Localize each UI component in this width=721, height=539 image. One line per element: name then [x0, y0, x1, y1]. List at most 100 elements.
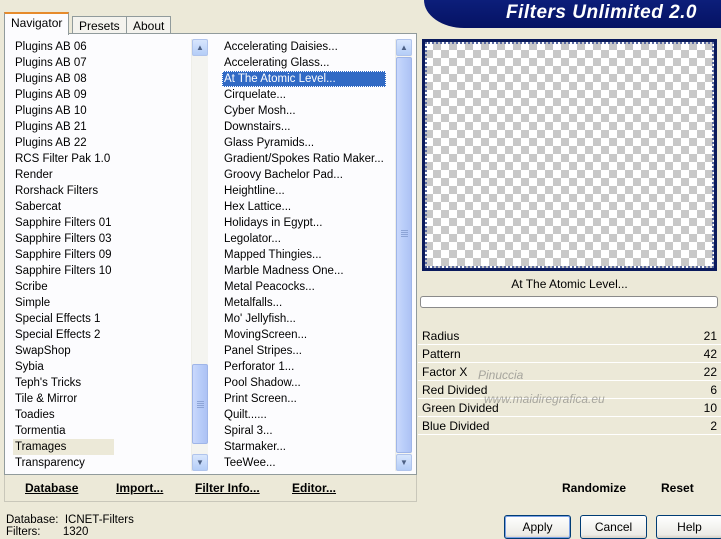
- list-item[interactable]: Special Effects 1: [13, 311, 114, 327]
- list-item[interactable]: Special Effects 2: [13, 327, 114, 343]
- list-item[interactable]: Metalfalls...: [222, 295, 386, 311]
- list-item[interactable]: Rorshack Filters: [13, 183, 114, 199]
- list-item[interactable]: Perforator 1...: [222, 359, 386, 375]
- scroll-up-icon[interactable]: ▲: [192, 39, 208, 56]
- list-item[interactable]: Scribe: [13, 279, 114, 295]
- list-item[interactable]: Sybia: [13, 359, 114, 375]
- list-item[interactable]: Cirquelate...: [222, 87, 386, 103]
- list-item[interactable]: Accelerating Glass...: [222, 55, 386, 71]
- category-list-items: Plugins AB 06 Plugins AB 07 Plugins AB 08 P…: [13, 39, 114, 471]
- list-item[interactable]: Plugins AB 09: [13, 87, 114, 103]
- filter-info-button[interactable]: Filter Info...: [195, 481, 260, 495]
- tab-navigator[interactable]: Navigator: [4, 12, 70, 35]
- list-item[interactable]: Plugins AB 08: [13, 71, 114, 87]
- category-list[interactable]: Plugins AB 06 Plugins AB 07 Plugins AB 08 P…: [13, 39, 195, 473]
- list-item[interactable]: Heightline...: [222, 183, 386, 199]
- filters-value: 1320: [62, 526, 89, 538]
- parameter-value[interactable]: 10: [704, 399, 717, 417]
- list-item[interactable]: Marble Madness One...: [222, 263, 386, 279]
- help-button[interactable]: Help: [656, 515, 721, 539]
- list-item[interactable]: Plugins AB 06: [13, 39, 114, 55]
- list-item[interactable]: Tile & Mirror: [13, 391, 114, 407]
- parameter-value[interactable]: 21: [704, 327, 717, 345]
- parameter-row[interactable]: Radius 21: [418, 327, 721, 345]
- list-item[interactable]: Plugins AB 21: [13, 119, 114, 135]
- list-item[interactable]: Legolator...: [222, 231, 386, 247]
- list-item[interactable]: SwapShop: [13, 343, 114, 359]
- scroll-down-icon[interactable]: ▼: [396, 454, 412, 471]
- list-item[interactable]: Simple: [13, 295, 114, 311]
- parameter-label: Radius: [422, 329, 460, 343]
- list-item[interactable]: Holidays in Egypt...: [222, 215, 386, 231]
- footer-info: Database: ICNET-Filters Filters: 1320: [6, 514, 134, 538]
- list-item[interactable]: Plugins AB 10: [13, 103, 114, 119]
- list-item[interactable]: Quilt......: [222, 407, 386, 423]
- list-item[interactable]: Metal Peacocks...: [222, 279, 386, 295]
- list-item[interactable]: Sapphire Filters 09: [13, 247, 114, 263]
- list-item[interactable]: Print Screen...: [222, 391, 386, 407]
- list-item[interactable]: Cyber Mosh...: [222, 103, 386, 119]
- parameter-value[interactable]: 42: [704, 345, 717, 363]
- list-item[interactable]: Mo' Jellyfish...: [222, 311, 386, 327]
- reset-button[interactable]: Reset: [661, 481, 694, 495]
- scroll-down-icon[interactable]: ▼: [192, 454, 208, 471]
- list-item[interactable]: TeeWee...: [222, 455, 386, 471]
- list-item[interactable]: Tramages: [13, 439, 114, 455]
- list-item[interactable]: Accelerating Daisies...: [222, 39, 386, 55]
- apply-button[interactable]: Apply: [504, 515, 571, 539]
- list-item[interactable]: RCS Filter Pak 1.0: [13, 151, 114, 167]
- scroll-thumb[interactable]: [192, 364, 208, 444]
- title-banner: Filters Unlimited 2.0: [424, 0, 721, 28]
- list-item[interactable]: Glass Pyramids...: [222, 135, 386, 151]
- database-button[interactable]: Database: [25, 481, 78, 495]
- list-item[interactable]: Sabercat: [13, 199, 114, 215]
- list-item[interactable]: Pool Shadow...: [222, 375, 386, 391]
- parameter-list: Radius 21 Pattern 42 Factor X 22 Red Divided 6 G…: [418, 327, 721, 435]
- preview-filter-name: At The Atomic Level...: [511, 277, 628, 291]
- list-item[interactable]: Sapphire Filters 01: [13, 215, 114, 231]
- list-item[interactable]: Panel Stripes...: [222, 343, 386, 359]
- preview-border: [425, 42, 714, 268]
- parameter-value[interactable]: 2: [710, 417, 717, 435]
- watermark-url: www.maidiregrafica.eu: [484, 392, 605, 406]
- database-label: Database:: [6, 514, 59, 526]
- filter-list[interactable]: Accelerating Daisies... Accelerating Glas…: [222, 39, 395, 473]
- filter-scrollbar[interactable]: ▲ ▼: [395, 39, 412, 471]
- list-item[interactable]: Tormentia: [13, 423, 114, 439]
- list-item[interactable]: Render: [13, 167, 114, 183]
- list-item[interactable]: At The Atomic Level...: [222, 71, 386, 87]
- cancel-button[interactable]: Cancel: [580, 515, 647, 539]
- category-scrollbar[interactable]: ▲ ▼: [191, 39, 208, 471]
- list-item[interactable]: Hex Lattice...: [222, 199, 386, 215]
- parameter-label: Red Divided: [422, 383, 488, 397]
- list-item[interactable]: Toadies: [13, 407, 114, 423]
- parameter-value[interactable]: 6: [710, 381, 717, 399]
- list-item[interactable]: MovingScreen...: [222, 327, 386, 343]
- parameter-value[interactable]: 22: [704, 363, 717, 381]
- list-item[interactable]: Transparency: [13, 455, 114, 471]
- list-item[interactable]: Starmaker...: [222, 439, 386, 455]
- list-item[interactable]: Downstairs...: [222, 119, 386, 135]
- filter-preview: [422, 39, 717, 271]
- editor-button[interactable]: Editor...: [292, 481, 336, 495]
- randomize-button[interactable]: Randomize: [562, 481, 626, 495]
- import-button[interactable]: Import...: [116, 481, 163, 495]
- parameter-label: Pattern: [422, 347, 461, 361]
- parameter-row[interactable]: Blue Divided 2: [418, 417, 721, 435]
- list-item[interactable]: Gradient/Spokes Ratio Maker...: [222, 151, 386, 167]
- list-item[interactable]: Sapphire Filters 10: [13, 263, 114, 279]
- scroll-thumb[interactable]: [396, 57, 412, 453]
- navigator-toolbar: Database Import... Filter Info... Editor…: [4, 475, 417, 502]
- list-item[interactable]: Plugins AB 22: [13, 135, 114, 151]
- list-item[interactable]: Spiral 3...: [222, 423, 386, 439]
- watermark-name: Pinuccia: [478, 368, 524, 382]
- list-item[interactable]: Teph's Tricks: [13, 375, 114, 391]
- scroll-up-icon[interactable]: ▲: [396, 39, 412, 56]
- parameter-row[interactable]: Factor X 22: [418, 363, 721, 381]
- list-item[interactable]: Sapphire Filters 03: [13, 231, 114, 247]
- parameter-row[interactable]: Pattern 42: [418, 345, 721, 363]
- app-title: Filters Unlimited 2.0: [505, 2, 697, 23]
- list-item[interactable]: Groovy Bachelor Pad...: [222, 167, 386, 183]
- list-item[interactable]: Mapped Thingies...: [222, 247, 386, 263]
- list-item[interactable]: Plugins AB 07: [13, 55, 114, 71]
